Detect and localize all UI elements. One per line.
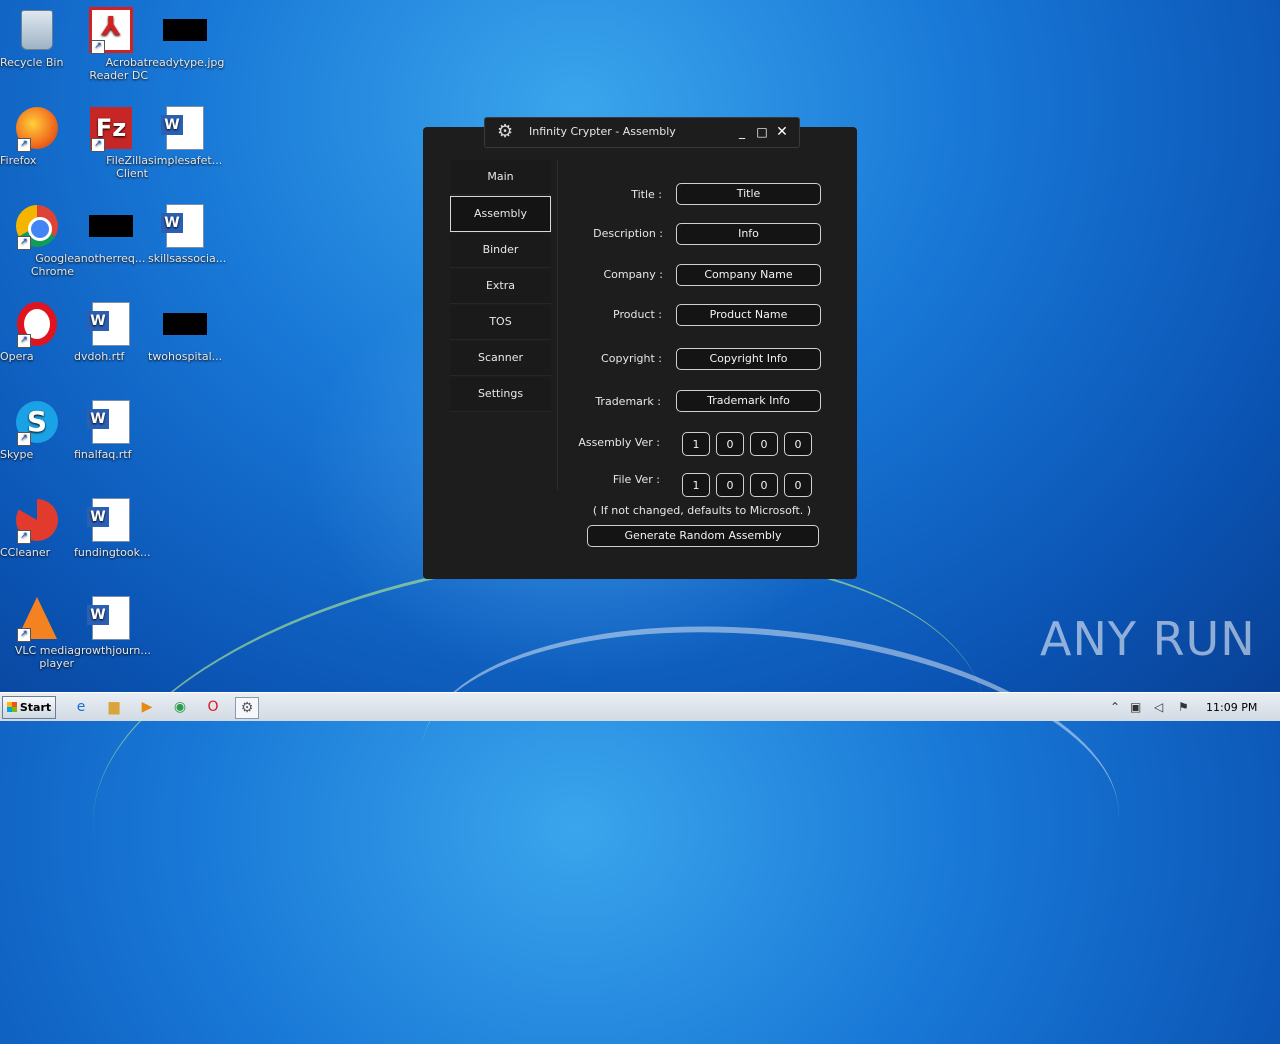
taskbar: Start e ▆ ▶ ◉ O ⚙ ⌃ ▣ ◁ ⚑ 11:09 PM [0, 692, 1280, 721]
desktop-icon-chrome[interactable]: ↗ Google Chrome [0, 204, 74, 278]
desktop-icon-readytype[interactable]: readytype.jpg [148, 8, 224, 69]
minimize-button[interactable]: _ [735, 125, 749, 139]
gear-icon: ⚙ [497, 121, 514, 142]
desktop-icon-finalfaq[interactable]: finalfaq.rtf [74, 400, 148, 461]
maximize-button[interactable]: □ [755, 125, 769, 139]
close-button[interactable]: ✕ [775, 125, 789, 139]
sidebar-item-binder[interactable]: Binder [450, 233, 551, 268]
image-file-icon [163, 8, 207, 52]
copyright-label: Copyright : [601, 352, 662, 365]
opera-icon: ↗ [15, 302, 59, 348]
title-label: Title : [631, 188, 662, 201]
sidebar-item-scanner[interactable]: Scanner [450, 341, 551, 376]
file-ver-minor[interactable] [716, 473, 744, 497]
nav-divider [557, 160, 558, 490]
desktop-icon-acrobat[interactable]: ⅄ ↗ Acrobat Reader DC [74, 7, 148, 82]
sidebar-item-extra[interactable]: Extra [450, 269, 551, 304]
filezilla-icon: Fz ↗ [89, 106, 133, 152]
vlc-icon: ↗ [15, 596, 59, 642]
copyright-input[interactable] [676, 348, 821, 370]
desktop-icon-simplesafet[interactable]: simplesafet... [148, 106, 222, 167]
desktop-icon-skillsassocia[interactable]: skillsassocia... [148, 204, 226, 265]
word-document-icon [161, 106, 207, 150]
image-file-icon [163, 302, 207, 346]
chrome-icon: ↗ [15, 204, 59, 250]
assembly-ver-minor[interactable] [716, 432, 744, 456]
assembly-ver-major[interactable] [682, 432, 710, 456]
image-file-icon [89, 204, 133, 248]
file-ver-revision[interactable] [784, 473, 812, 497]
file-ver-build[interactable] [750, 473, 778, 497]
assembly-ver-build[interactable] [750, 432, 778, 456]
desktop-icon-dvdoh[interactable]: dvdoh.rtf [74, 302, 148, 363]
sidebar-nav: Main Assembly Binder Extra TOS Scanner S… [450, 160, 551, 413]
acrobat-reader-icon: ⅄ ↗ [89, 7, 133, 54]
assembly-ver-label: Assembly Ver : [578, 436, 660, 449]
firefox-icon: ↗ [15, 106, 59, 152]
trademark-label: Trademark : [595, 395, 661, 408]
word-document-icon [87, 302, 133, 346]
start-button[interactable]: Start [2, 696, 56, 719]
clock[interactable]: 11:09 PM [1206, 701, 1257, 714]
sidebar-item-main[interactable]: Main [450, 160, 551, 195]
word-document-icon [87, 400, 133, 444]
desktop-icon-filezilla[interactable]: Fz ↗ FileZilla Client [74, 106, 148, 180]
generate-random-assembly-button[interactable]: Generate Random Assembly [587, 525, 819, 547]
desktop-icon-twohospital[interactable]: twohospital... [148, 302, 222, 363]
desktop-icon-ccleaner[interactable]: ↗ CCleaner [0, 498, 74, 559]
desktop-icon-anotherreq[interactable]: anotherreq... [74, 204, 148, 265]
description-input[interactable] [676, 223, 821, 245]
crypter-taskbar-icon[interactable]: ⚙ [235, 697, 259, 719]
company-label: Company : [603, 268, 663, 281]
desktop-icon-opera[interactable]: ↗ Opera [0, 302, 74, 363]
file-explorer-icon[interactable]: ▆ [103, 697, 125, 717]
window-title: Infinity Crypter - Assembly [529, 125, 676, 138]
action-center-icon[interactable]: ▣ [1130, 700, 1141, 714]
watermark-logo: ANY RUN [1040, 612, 1256, 666]
word-document-icon [161, 204, 207, 248]
sidebar-item-assembly[interactable]: Assembly [450, 196, 551, 232]
ccleaner-icon: ↗ [15, 498, 59, 544]
desktop-icon-growthjourn[interactable]: growthjourn... [74, 596, 151, 657]
internet-explorer-icon[interactable]: e [70, 697, 92, 717]
desktop-icon-firefox[interactable]: ↗ Firefox [0, 106, 74, 167]
file-ver-major[interactable] [682, 473, 710, 497]
opera-taskbar-icon[interactable]: O [202, 697, 224, 717]
desktop-icon-recycle-bin[interactable]: Recycle Bin [0, 8, 74, 69]
recycle-bin-icon [15, 8, 59, 52]
product-input[interactable] [676, 304, 821, 326]
description-label: Description : [593, 227, 663, 240]
title-input[interactable] [676, 183, 821, 205]
chrome-taskbar-icon[interactable]: ◉ [169, 697, 191, 717]
defaults-note: ( If not changed, defaults to Microsoft.… [592, 504, 812, 517]
network-flag-icon[interactable]: ⚑ [1178, 700, 1189, 714]
skype-icon: S ↗ [15, 400, 59, 446]
media-player-icon[interactable]: ▶ [136, 697, 158, 717]
desktop-icon-vlc[interactable]: ↗ VLC media player [0, 596, 74, 670]
sidebar-item-tos[interactable]: TOS [450, 305, 551, 340]
window-titlebar[interactable]: ⚙ Infinity Crypter - Assembly _ □ ✕ [484, 117, 800, 148]
desktop-icon-fundingtook[interactable]: fundingtook... [74, 498, 150, 559]
windows-flag-icon [6, 702, 17, 712]
trademark-input[interactable] [676, 390, 821, 412]
word-document-icon [87, 498, 133, 542]
word-document-icon [87, 596, 133, 640]
product-label: Product : [613, 308, 662, 321]
assembly-ver-revision[interactable] [784, 432, 812, 456]
file-ver-label: File Ver : [612, 473, 660, 486]
desktop-icon-skype[interactable]: S ↗ Skype [0, 400, 74, 461]
sidebar-item-settings[interactable]: Settings [450, 377, 551, 412]
show-hidden-icons-icon[interactable]: ⌃ [1110, 700, 1120, 714]
volume-icon[interactable]: ◁ [1154, 700, 1163, 714]
company-input[interactable] [676, 264, 821, 286]
